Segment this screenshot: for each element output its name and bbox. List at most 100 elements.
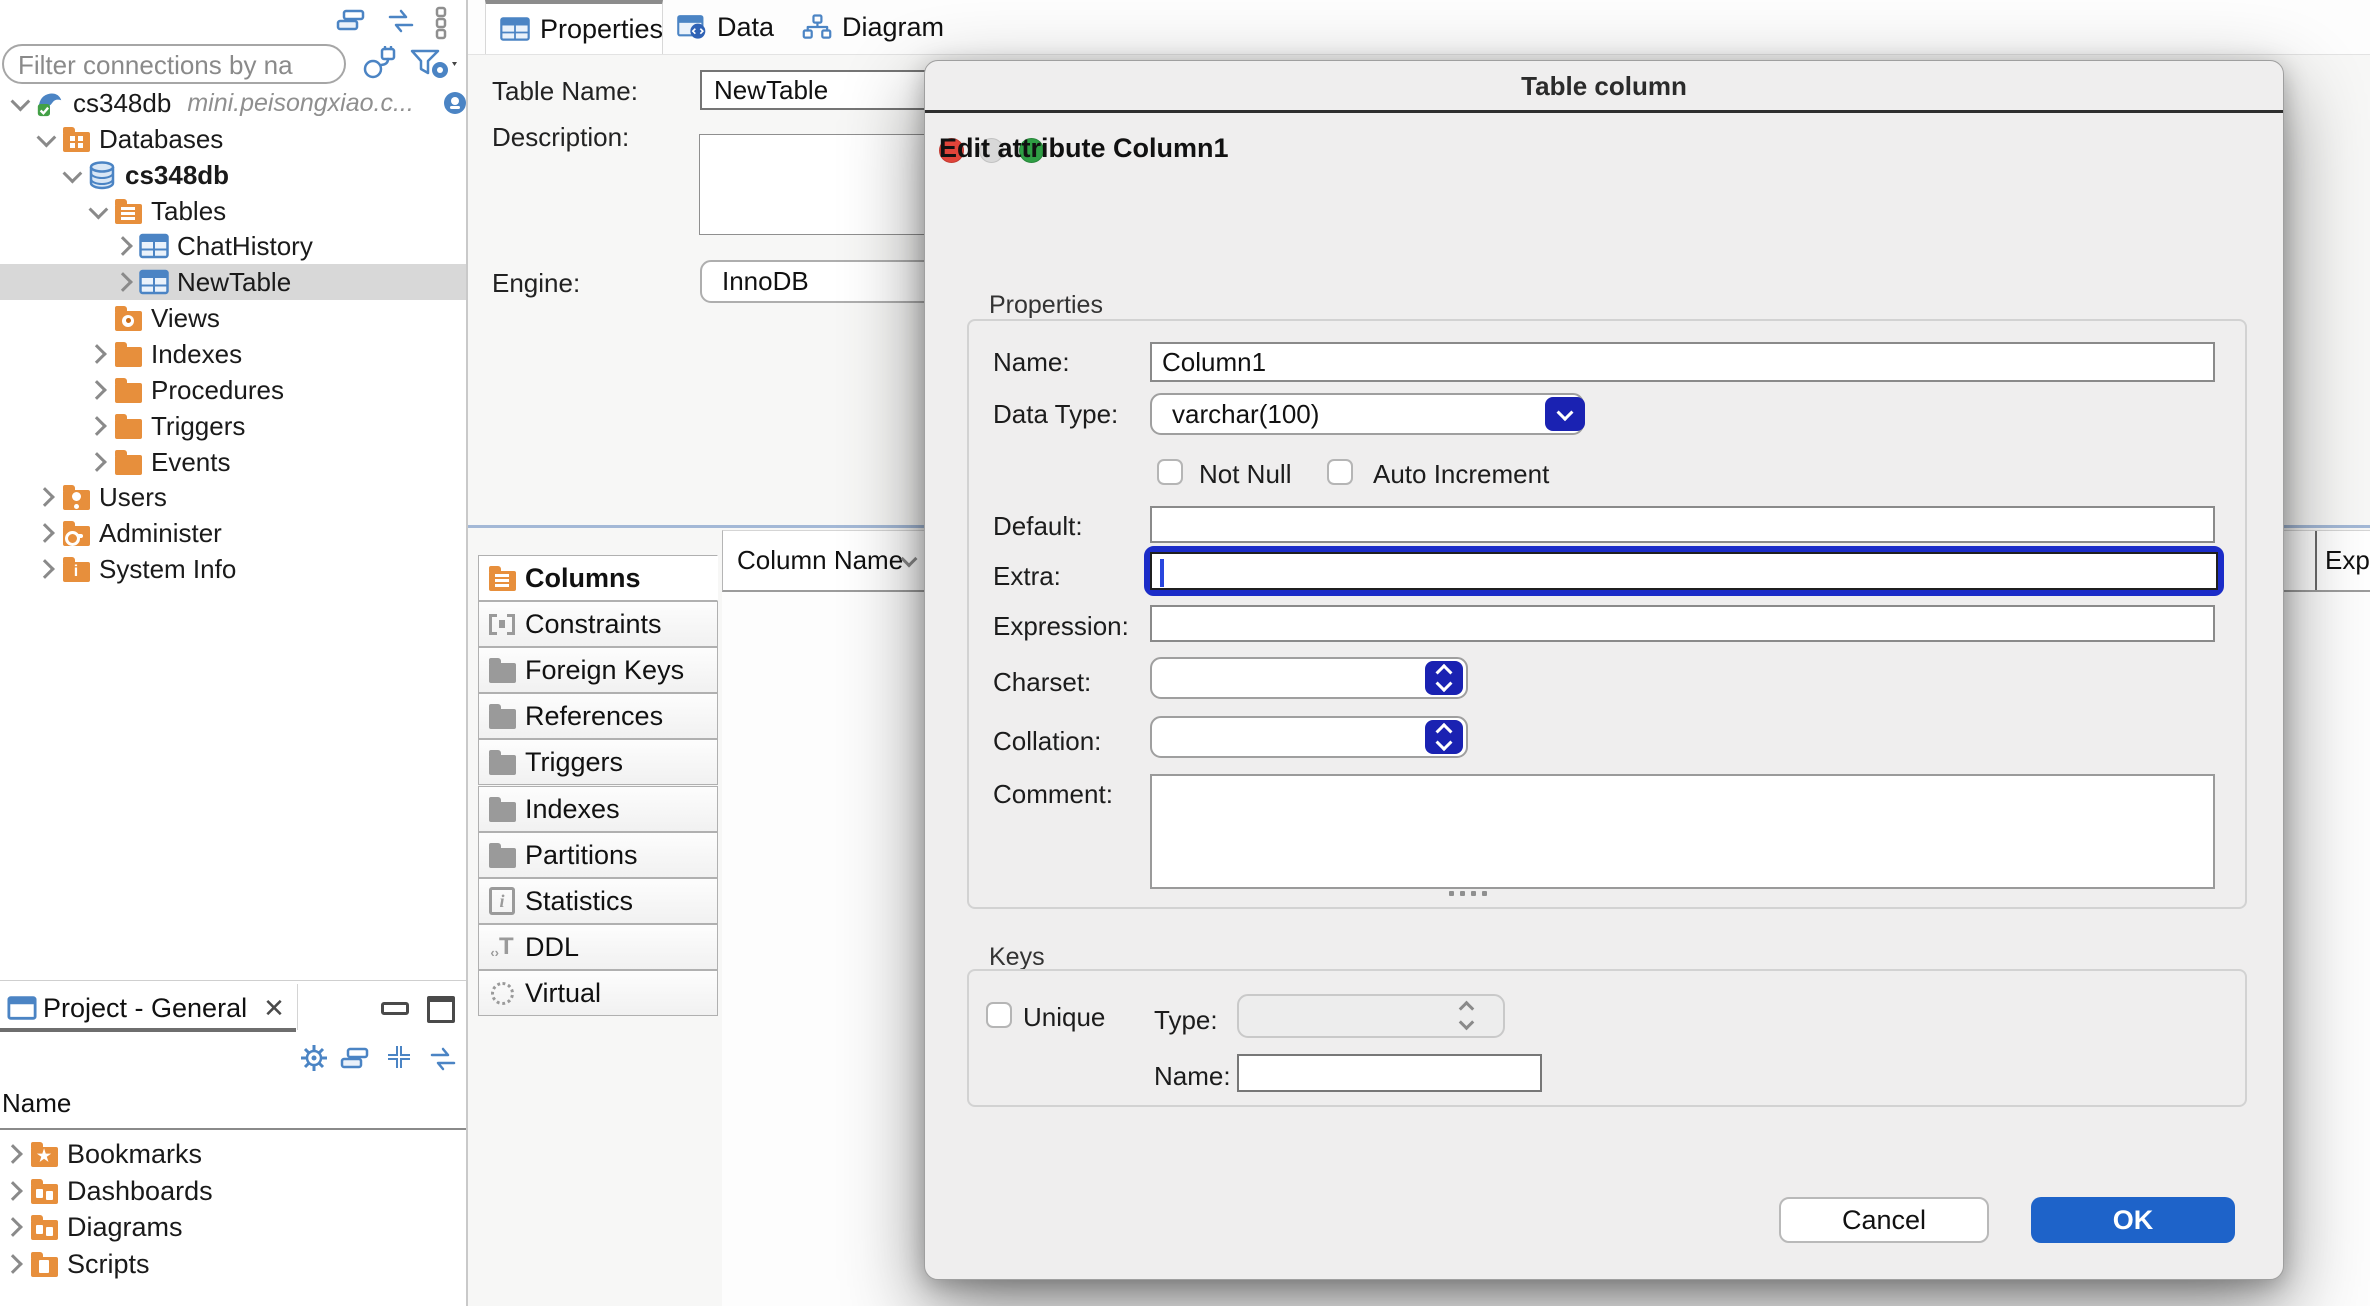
tree-item-label: Indexes <box>151 339 242 370</box>
filter-connections-input[interactable]: Filter connections by na <box>2 44 346 84</box>
tables-folder-icon <box>113 196 143 226</box>
not-null-checkbox[interactable] <box>1157 459 1183 485</box>
app-window: Filter connections by na cs348dbmini.pei… <box>0 0 2370 1306</box>
expander-closed-icon[interactable] <box>34 526 56 540</box>
expander-open-icon[interactable] <box>34 132 56 146</box>
expander-closed-icon[interactable] <box>34 490 56 504</box>
plug-icon[interactable] <box>360 46 402 85</box>
expander-open-icon[interactable] <box>86 204 108 218</box>
subtab-partitions[interactable]: Partitions <box>478 832 718 878</box>
filter-funnel-icon[interactable] <box>410 48 458 85</box>
tree-item-system-info[interactable]: iSystem Info <box>0 551 500 587</box>
tree-item-databases[interactable]: Databases <box>0 121 500 157</box>
collation-combo[interactable] <box>1150 716 1468 758</box>
extra-input-focused[interactable] <box>1144 546 2224 596</box>
expander-closed-icon[interactable] <box>86 347 108 361</box>
expander-closed-icon[interactable] <box>112 239 134 253</box>
cancel-button[interactable]: Cancel <box>1779 1197 1989 1243</box>
auto-increment-checkbox[interactable] <box>1327 459 1353 485</box>
tree-item-label: Events <box>151 447 231 478</box>
name-column-header[interactable]: Name <box>2 1088 71 1119</box>
tree-item-cs348db[interactable]: cs348db <box>0 157 526 193</box>
project-item-dashboards[interactable]: Dashboards <box>0 1173 468 1209</box>
minimize-panel-icon[interactable] <box>381 1002 409 1015</box>
subtab-columns[interactable]: Columns <box>478 555 718 601</box>
tab-properties[interactable]: Properties <box>485 0 663 54</box>
name-input[interactable]: Column1 <box>1150 342 2215 382</box>
gray-folder-icon <box>487 655 517 685</box>
column-name-header[interactable]: Column Name <box>737 545 903 576</box>
expander-closed-icon[interactable] <box>112 275 134 289</box>
collapse-all-icon[interactable] <box>336 8 366 37</box>
subtab-references[interactable]: References <box>478 693 718 739</box>
tree-item-users[interactable]: Users <box>0 479 500 515</box>
tab-label: Data <box>717 12 774 43</box>
expander-closed-icon[interactable] <box>2 1147 24 1161</box>
tab-project-general[interactable]: Project - General ✕ <box>2 988 285 1028</box>
gear-icon[interactable] <box>298 1042 330 1079</box>
info-folder-icon: i <box>61 554 91 584</box>
charset-combo[interactable] <box>1150 657 1468 699</box>
data-type-combo[interactable]: varchar(100) <box>1150 393 1584 435</box>
subtab-ddl[interactable]: ‹›TDDL <box>478 924 718 970</box>
expander-closed-icon[interactable] <box>86 455 108 469</box>
subtab-constraints[interactable]: Constraints <box>478 601 718 647</box>
virtual-icon <box>487 978 517 1008</box>
subtab-virtual[interactable]: Virtual <box>478 970 718 1016</box>
expression-column-header[interactable]: Expr <box>2315 531 2370 590</box>
gray-folder-icon <box>487 747 517 777</box>
data-type-dropdown-icon[interactable] <box>1545 397 1585 431</box>
not-null-label: Not Null <box>1199 459 1291 490</box>
tree-item-label: ChatHistory <box>177 231 313 262</box>
project-item-diagrams[interactable]: Diagrams <box>0 1209 468 1245</box>
description-label: Description: <box>492 122 629 153</box>
sync-icon[interactable] <box>428 1046 458 1077</box>
default-input[interactable] <box>1150 506 2215 543</box>
comment-textarea[interactable] <box>1150 774 2215 889</box>
overflow-menu-icon[interactable] <box>434 6 448 45</box>
subtab-label: Statistics <box>525 886 633 917</box>
expander-closed-icon[interactable] <box>2 1220 24 1234</box>
folder-icon <box>113 375 143 405</box>
tree-item-label: Administer <box>99 518 222 549</box>
users-folder-icon <box>61 482 91 512</box>
expander-open-icon[interactable] <box>60 168 82 182</box>
tab-diagram[interactable]: Diagram <box>788 0 950 54</box>
charset-stepper-icon[interactable] <box>1425 661 1463 695</box>
expander-closed-icon[interactable] <box>34 562 56 576</box>
expander-closed-icon[interactable] <box>86 419 108 433</box>
expander-closed-icon[interactable] <box>2 1184 24 1198</box>
properties-group-title: Properties <box>989 291 1103 320</box>
resize-handle[interactable] <box>1449 891 1487 896</box>
expression-input[interactable] <box>1150 605 2215 642</box>
dashboards-folder-icon <box>29 1176 59 1206</box>
table-icon <box>139 267 169 297</box>
subtab-foreign-keys[interactable]: Foreign Keys <box>478 647 718 693</box>
tree-item-administer[interactable]: Administer <box>0 515 500 551</box>
subtab-statistics[interactable]: iStatistics <box>478 878 718 924</box>
expand-all-icon[interactable] <box>384 1042 414 1077</box>
collapse-all-icon[interactable] <box>340 1046 370 1075</box>
table-data-icon <box>677 12 707 42</box>
expander-open-icon[interactable] <box>8 96 30 110</box>
sync-icon[interactable] <box>386 8 416 39</box>
close-icon[interactable]: ✕ <box>263 993 285 1024</box>
ok-button[interactable]: OK <box>2031 1197 2235 1243</box>
tree-item-label: cs348db <box>73 88 171 119</box>
maximize-panel-icon[interactable] <box>427 996 455 1023</box>
key-name-input[interactable] <box>1237 1054 1542 1092</box>
key-name-label: Name: <box>1154 1061 1231 1092</box>
subtab-indexes[interactable]: Indexes <box>478 786 718 832</box>
columns-folder-icon <box>487 563 517 593</box>
tree-item-cs348db[interactable]: cs348dbmini.peisongxiao.c... <box>0 85 474 121</box>
expander-closed-icon[interactable] <box>86 383 108 397</box>
subtab-triggers[interactable]: Triggers <box>478 739 718 785</box>
tree-item-label: Procedures <box>151 375 284 406</box>
project-item-scripts[interactable]: Scripts <box>0 1246 468 1282</box>
collation-stepper-icon[interactable] <box>1425 720 1463 754</box>
expander-closed-icon[interactable] <box>2 1257 24 1271</box>
tab-data[interactable]: Data <box>663 0 788 54</box>
unique-checkbox[interactable] <box>986 1002 1012 1028</box>
gray-folder-icon <box>487 840 517 870</box>
project-item-bookmarks[interactable]: ★Bookmarks <box>0 1136 468 1172</box>
